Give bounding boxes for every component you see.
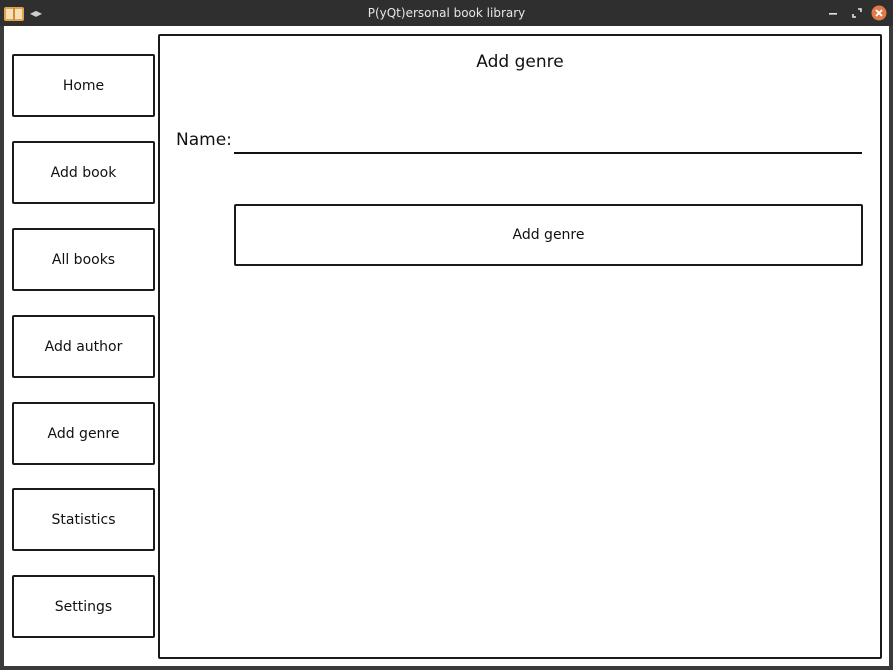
add-genre-button-label: Add genre — [512, 227, 585, 243]
sidebar-item-add-book[interactable]: Add book — [12, 141, 155, 204]
sidebar-item-add-author[interactable]: Add author — [12, 315, 155, 378]
sidebar-item-settings[interactable]: Settings — [12, 575, 155, 638]
sidebar-item-label: All books — [51, 251, 116, 268]
sidebar-item-label: Settings — [54, 598, 113, 615]
sidebar-item-label: Add genre — [47, 425, 120, 442]
close-icon[interactable] — [871, 5, 887, 21]
page-title: Add genre — [476, 52, 564, 72]
name-input[interactable] — [234, 124, 862, 154]
maximize-icon[interactable] — [849, 5, 865, 21]
sidebar-item-home[interactable]: Home — [12, 54, 155, 117]
minimize-icon[interactable] — [825, 5, 841, 21]
name-label: Name: — [176, 130, 232, 150]
add-genre-button[interactable]: Add genre — [234, 204, 863, 266]
sidebar-item-add-genre[interactable]: Add genre — [12, 402, 155, 465]
title-bar[interactable]: ◂▸ P(yQt)ersonal book library — [0, 0, 893, 26]
sidebar-item-label: Statistics — [51, 511, 116, 528]
window-title: P(yQt)ersonal book library — [367, 6, 526, 20]
sidebar-item-all-books[interactable]: All books — [12, 228, 155, 291]
client-area: Home Add book All books Add author Add g… — [4, 26, 889, 666]
app-window: ◂▸ P(yQt)ersonal book library Home Add b… — [0, 0, 893, 670]
sidebar-item-label: Add book — [50, 164, 117, 181]
add-genre-panel: Add genre Name: Add genre — [158, 34, 882, 659]
sidebar-item-label: Add author — [44, 338, 123, 355]
sidebar-item-statistics[interactable]: Statistics — [12, 488, 155, 551]
sidebar-item-label: Home — [62, 77, 105, 94]
